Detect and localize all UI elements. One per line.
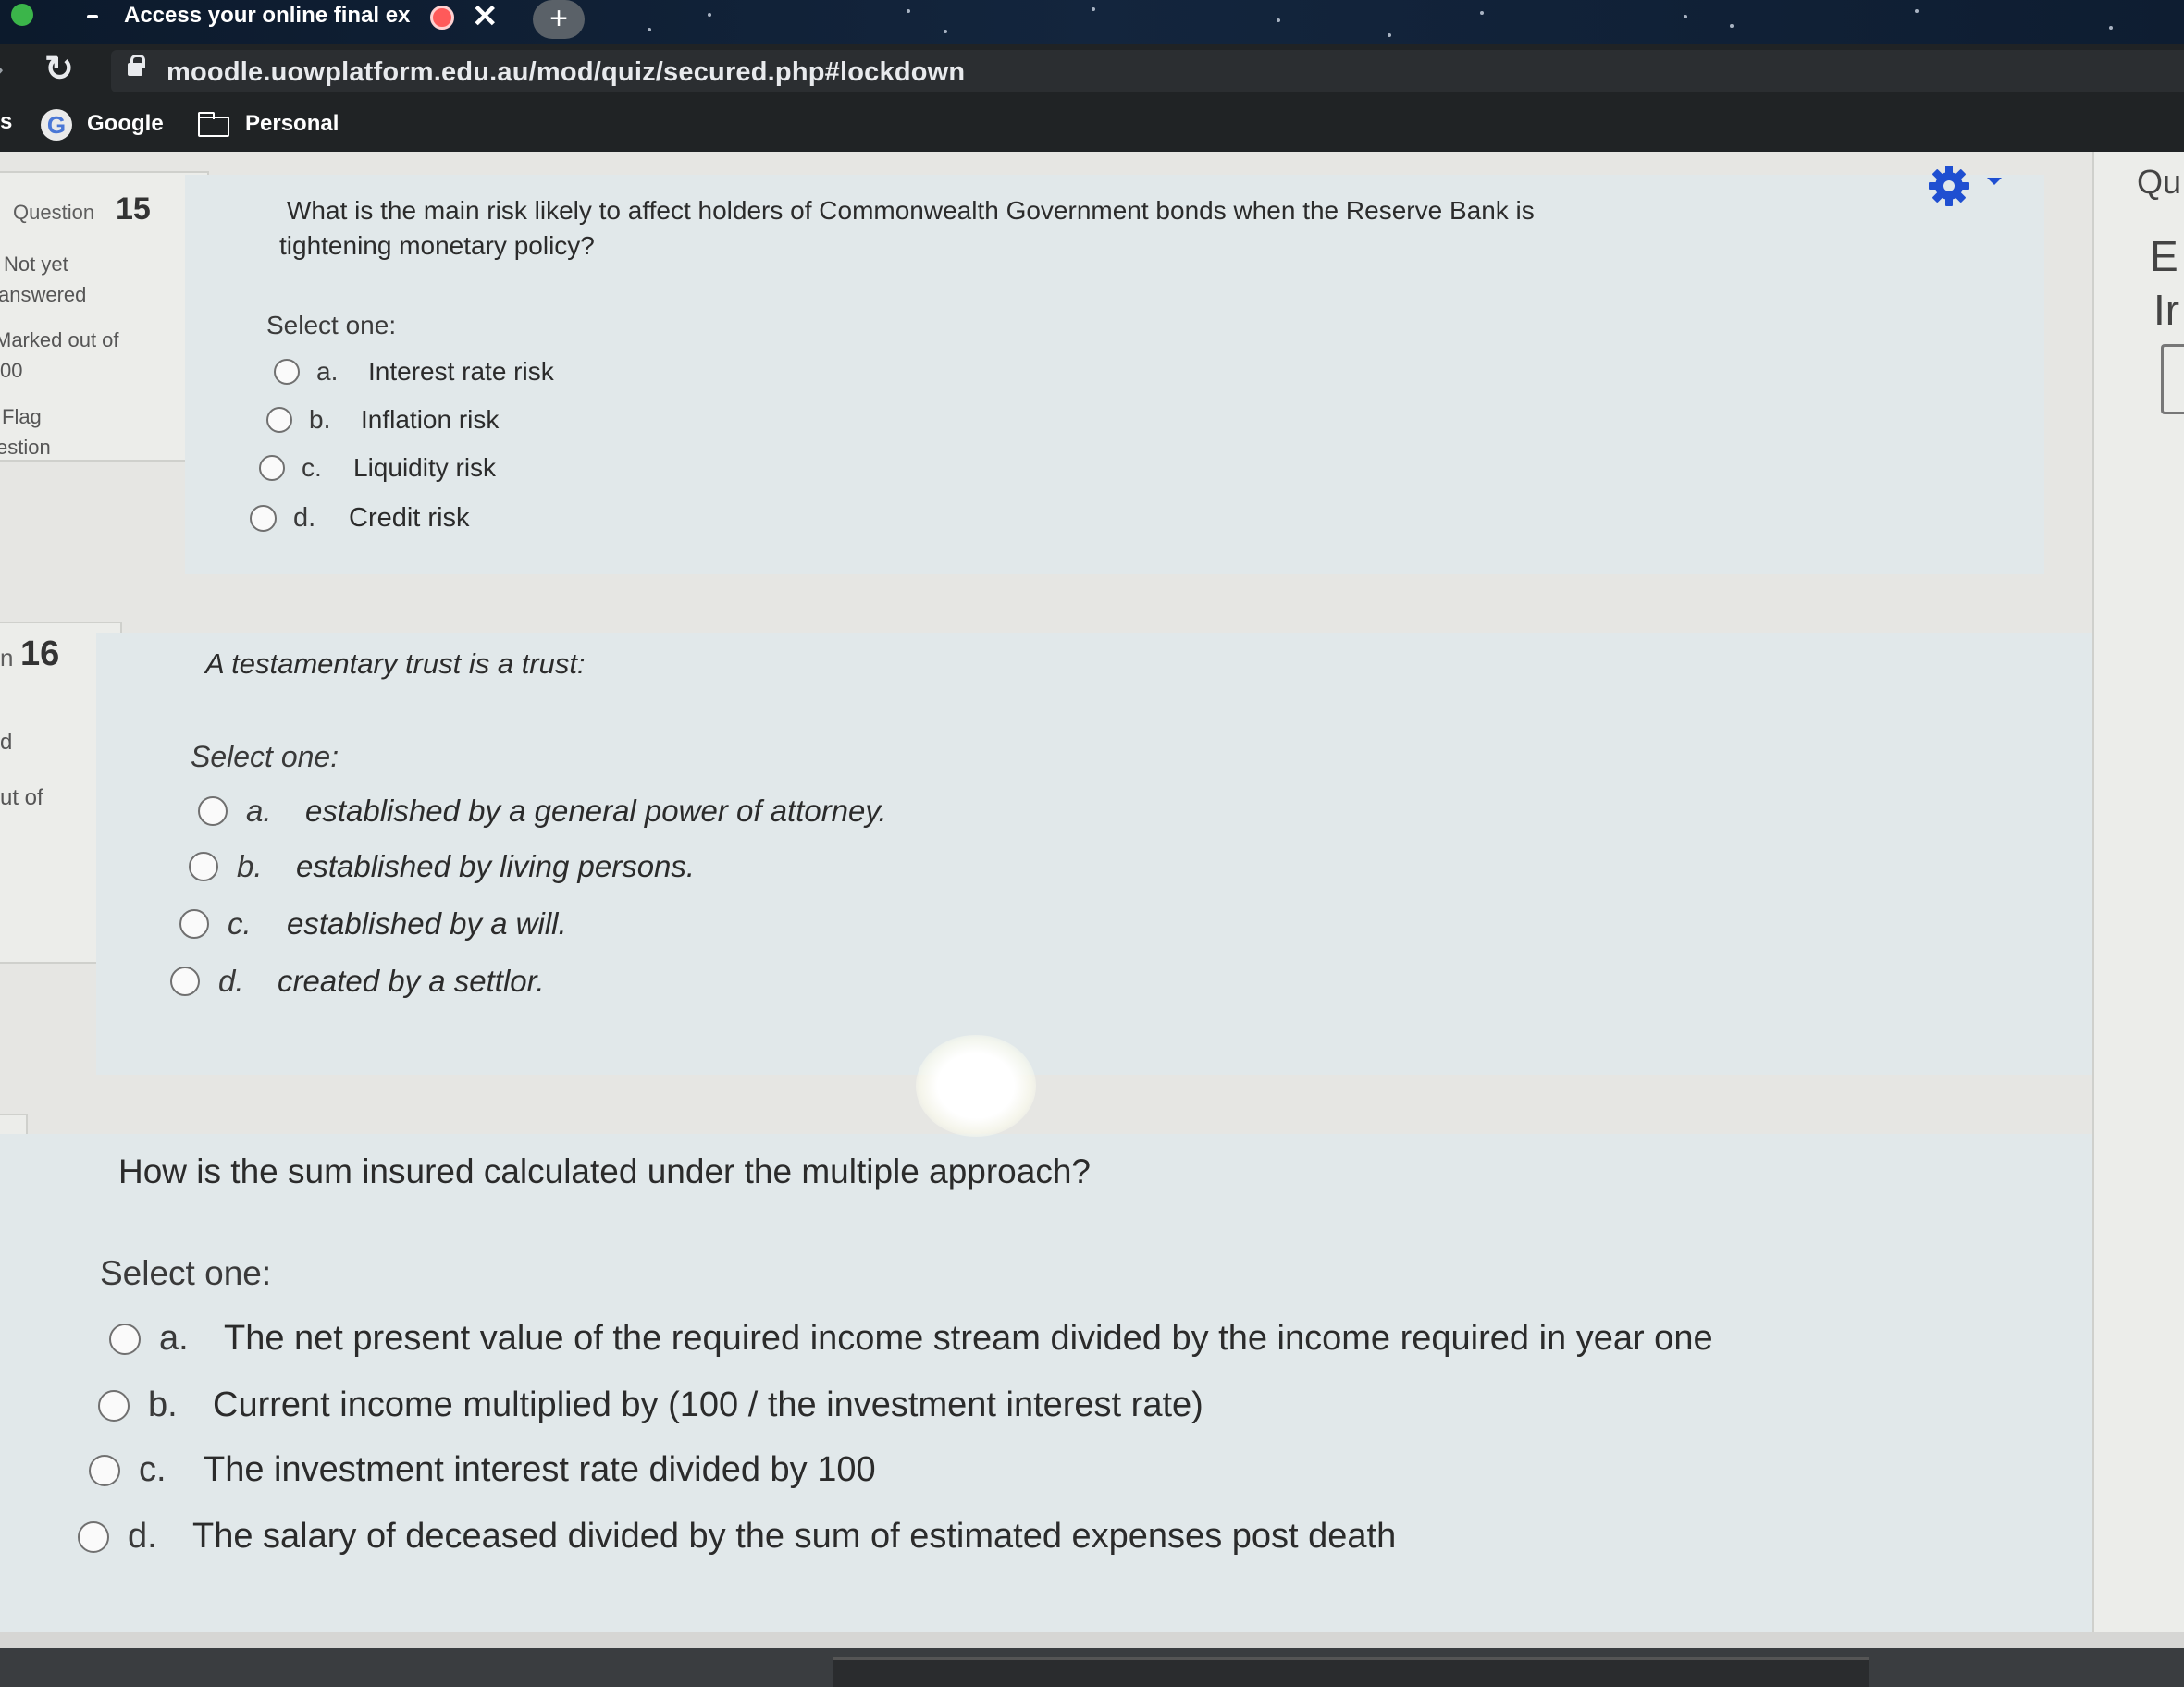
radio-button[interactable]: [266, 407, 292, 433]
nav-question-box[interactable]: [2161, 344, 2184, 414]
lock-icon: [128, 55, 145, 76]
marked-text: Marked out of: [0, 328, 119, 351]
tab-title[interactable]: Access your online final ex: [124, 3, 415, 29]
window-control-icon[interactable]: [11, 4, 33, 26]
option-17-b[interactable]: b. Current income multiplied by (100 / t…: [98, 1385, 1203, 1425]
radio-button[interactable]: [78, 1521, 109, 1553]
flag-question-link-2[interactable]: estion: [0, 432, 51, 462]
radio-button[interactable]: [89, 1454, 120, 1486]
radio-button[interactable]: [259, 455, 285, 481]
question-text-16: A testamentary trust is a trust:: [205, 647, 586, 680]
flag-question-link[interactable]: Flag: [2, 401, 42, 432]
marked-text: ut of: [0, 785, 43, 810]
gear-icon[interactable]: [1926, 163, 1972, 209]
option-text: created by a settlor.: [278, 964, 545, 998]
screen-glare: [916, 1035, 1036, 1137]
folder-icon[interactable]: [198, 112, 229, 137]
option-text: Current income multiplied by (100 / the …: [213, 1385, 1203, 1424]
option-15-c[interactable]: c. Liquidity risk: [259, 453, 496, 483]
laptop-bezel: [833, 1657, 1869, 1687]
option-letter: a.: [246, 794, 272, 828]
option-letter: d.: [128, 1517, 157, 1556]
option-16-c[interactable]: c. established by a will.: [179, 906, 567, 942]
url-text[interactable]: moodle.uowplatform.edu.au/mod/quiz/secur…: [167, 57, 965, 88]
reload-icon[interactable]: ↻: [44, 48, 74, 90]
question-text-17: How is the sum insured calculated under …: [118, 1152, 1091, 1190]
option-text: Liquidity risk: [353, 453, 497, 482]
question-content-17: [0, 1134, 2128, 1633]
option-text: established by a general power of attorn…: [305, 794, 887, 828]
question-text-15-line1: What is the main risk likely to affect h…: [287, 196, 1535, 225]
nav-panel-text-1: E: [2150, 232, 2178, 280]
question-info-15: Question 15 Not yet answered Marked out …: [0, 171, 209, 462]
radio-button[interactable]: [274, 359, 300, 385]
option-16-b[interactable]: b. established by living persons.: [189, 849, 695, 884]
option-17-c[interactable]: c. The investment interest rate divided …: [89, 1450, 876, 1490]
option-text: established by a will.: [287, 906, 567, 941]
option-letter: b.: [148, 1385, 178, 1424]
new-tab-button[interactable]: +: [533, 0, 585, 39]
option-letter: c.: [302, 453, 322, 482]
select-one-label: Select one:: [100, 1254, 272, 1292]
option-letter: a.: [316, 357, 339, 386]
option-15-b[interactable]: b. Inflation risk: [266, 405, 499, 435]
option-text: The investment interest rate divided by …: [204, 1450, 876, 1489]
forward-icon[interactable]: ›: [0, 54, 4, 85]
nav-panel-text-2: Ir: [2153, 286, 2180, 334]
screen-bottom-edge: [0, 1632, 2184, 1687]
close-tab-icon[interactable]: ✕: [472, 0, 499, 35]
radio-button[interactable]: [198, 796, 228, 826]
select-one-label: Select one:: [191, 740, 339, 773]
chevron-down-icon[interactable]: [1987, 178, 2002, 185]
page-bottom-edge: [0, 1632, 2184, 1648]
option-letter: c.: [228, 906, 252, 941]
browser-toolbar: › ↻ moodle.uowplatform.edu.au/mod/quiz/s…: [0, 44, 2184, 96]
option-letter: a.: [159, 1319, 189, 1358]
radio-button[interactable]: [109, 1323, 141, 1355]
option-17-a[interactable]: a. The net present value of the required…: [109, 1319, 1713, 1359]
quiz-navigation-panel: Qu E Ir: [2092, 152, 2184, 1632]
browser-tab-bar: Access your online final ex ✕ +: [0, 0, 2184, 44]
recording-icon: [430, 6, 454, 30]
bookmark-personal[interactable]: Personal: [245, 111, 339, 137]
status-text-2: answered: [0, 283, 87, 306]
tab-mute-icon: [87, 15, 98, 18]
status-text: d: [0, 730, 13, 755]
bookmark-google[interactable]: Google: [87, 111, 164, 137]
marked-value: 00: [0, 359, 23, 382]
status-text: Not yet: [4, 252, 68, 276]
radio-button[interactable]: [179, 909, 209, 939]
radio-button[interactable]: [170, 967, 200, 996]
nav-panel-title: Qu: [2137, 163, 2182, 201]
option-text: Interest rate risk: [368, 357, 554, 386]
option-16-a[interactable]: a. established by a general power of att…: [198, 794, 887, 829]
option-letter: b.: [309, 405, 331, 434]
radio-button[interactable]: [189, 852, 218, 881]
option-text: Credit risk: [349, 503, 470, 533]
google-icon[interactable]: G: [41, 109, 72, 141]
question-label: n: [0, 644, 14, 671]
option-16-d[interactable]: d. created by a settlor.: [170, 964, 545, 999]
option-text: The salary of deceased divided by the su…: [192, 1517, 1397, 1556]
quiz-page: Question 15 Not yet answered Marked out …: [0, 152, 2184, 1633]
option-text: established by living persons.: [296, 849, 696, 883]
option-letter: c.: [139, 1450, 167, 1489]
radio-button[interactable]: [250, 505, 277, 532]
question-number: 16: [20, 634, 60, 673]
question-label: Question: [13, 201, 95, 224]
radio-button[interactable]: [98, 1389, 130, 1422]
option-letter: b.: [237, 849, 263, 883]
select-one-label: Select one:: [266, 311, 397, 339]
question-number: 15: [116, 191, 151, 227]
question-text-15-line2: tightening monetary policy?: [279, 231, 595, 260]
option-letter: d.: [293, 503, 316, 533]
option-17-d[interactable]: d. The salary of deceased divided by the…: [78, 1517, 1396, 1557]
option-15-a[interactable]: a. Interest rate risk: [274, 357, 554, 387]
option-15-d[interactable]: d. Credit risk: [250, 503, 470, 534]
option-letter: d.: [218, 964, 244, 998]
option-text: The net present value of the required in…: [224, 1319, 1713, 1358]
option-text: Inflation risk: [361, 405, 500, 434]
bookmark-edge-label[interactable]: s: [0, 109, 12, 135]
bookmarks-bar: s G Google Personal: [0, 96, 2184, 152]
